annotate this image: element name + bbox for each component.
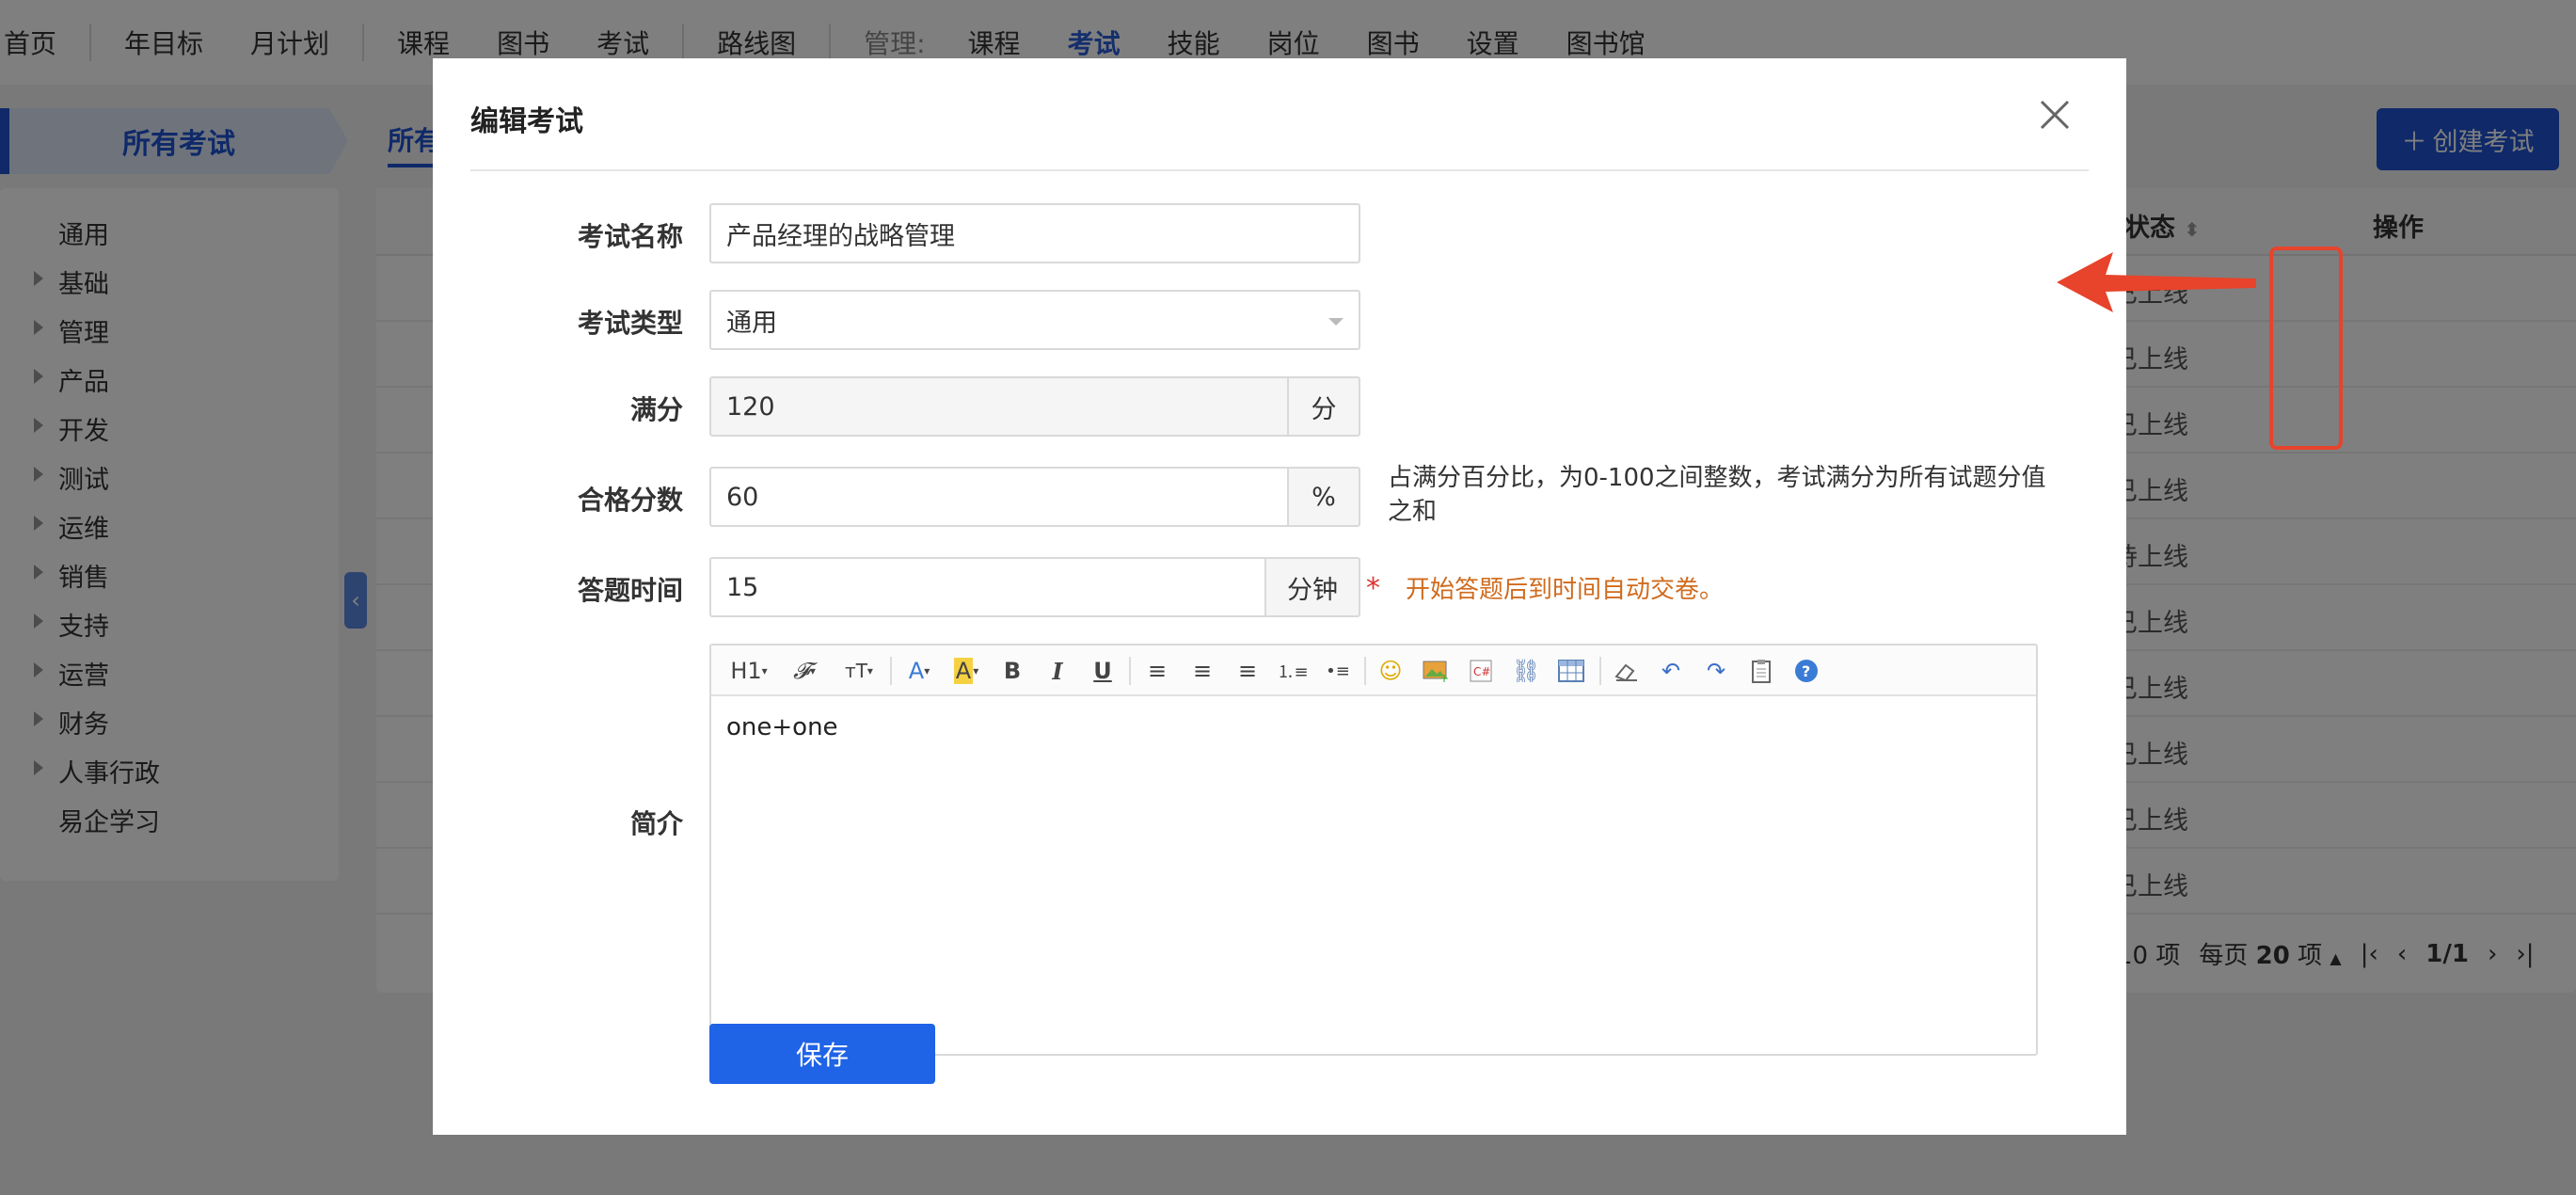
editor-text[interactable]: one+one — [726, 713, 838, 741]
svg-text:+: + — [1439, 672, 1449, 682]
full-score-unit: 分 — [1287, 376, 1360, 437]
pass-score-label: 合格分数 — [577, 485, 683, 516]
link-icon[interactable]: ⛓ — [1509, 655, 1543, 687]
toolbar-divider — [1364, 657, 1366, 685]
font-color-icon[interactable]: A ▾ — [899, 655, 939, 687]
required-mark: * — [1366, 572, 1380, 605]
exam-type-select[interactable]: 通用 — [709, 290, 1360, 350]
editor-toolbar: H1 ▾ 𝓕 ▾ ᴛT ▾ A ▾ A ▾ B I U ≡ ≡ ≡ ⒈≡ •≡ ☺ + C… — [711, 645, 2036, 696]
pass-score-input[interactable]: 60 — [709, 467, 1289, 527]
edit-exam-dialog: 编辑考试 考试名称 产品经理的战略管理 考试类型 通用 满分 120 分 合格分… — [433, 58, 2126, 1135]
svg-text:?: ? — [1802, 662, 1810, 680]
svg-text:C#: C# — [1473, 665, 1490, 678]
dialog-divider — [470, 169, 2089, 171]
paste-icon[interactable] — [1744, 655, 1778, 687]
eraser-icon[interactable] — [1609, 655, 1643, 687]
font-size-icon[interactable]: ᴛT ▾ — [837, 655, 881, 687]
intro-rich-text-editor[interactable]: H1 ▾ 𝓕 ▾ ᴛT ▾ A ▾ A ▾ B I U ≡ ≡ ≡ ⒈≡ •≡ ☺ + C… — [709, 644, 2038, 1056]
highlight-color-icon[interactable]: A ▾ — [946, 655, 986, 687]
toolbar-divider — [890, 657, 892, 685]
highlight-annotation-box — [2269, 247, 2343, 450]
intro-label: 简介 — [629, 808, 683, 839]
font-family-icon[interactable]: 𝓕 ▾ — [783, 655, 826, 687]
image-icon[interactable]: + — [1419, 655, 1453, 687]
align-right-icon[interactable]: ≡ — [1231, 655, 1264, 687]
duration-unit: 分钟 — [1264, 557, 1360, 617]
exam-type-label: 考试类型 — [577, 308, 683, 339]
align-center-icon[interactable]: ≡ — [1185, 655, 1219, 687]
toolbar-divider — [1599, 657, 1601, 685]
exam-type-value: 通用 — [726, 308, 777, 338]
save-button[interactable]: 保存 — [709, 1024, 935, 1084]
heading-icon[interactable]: H1 ▾ — [724, 655, 773, 687]
underline-icon[interactable]: U — [1086, 655, 1120, 687]
help-icon[interactable]: ? — [1789, 655, 1823, 687]
pass-score-hint: 占满分百分比，为0-100之间整数，考试满分为所有试题分值之和 — [1388, 464, 2046, 526]
duration-hint: 开始答题后到时间自动交卷。 — [1406, 576, 1725, 604]
table-icon[interactable] — [1554, 655, 1588, 687]
exam-name-input[interactable]: 产品经理的战略管理 — [709, 203, 1360, 263]
exam-name-label: 考试名称 — [577, 221, 683, 252]
dialog-title: 编辑考试 — [470, 105, 583, 138]
close-icon[interactable] — [2032, 92, 2077, 137]
duration-label: 答题时间 — [577, 575, 683, 606]
arrow-annotation-icon — [2057, 252, 2256, 312]
full-score-label: 满分 — [629, 394, 683, 425]
undo-icon[interactable]: ↶ — [1654, 655, 1688, 687]
emoji-icon[interactable]: ☺ — [1374, 655, 1407, 687]
chevron-down-icon — [1328, 318, 1344, 326]
align-left-icon[interactable]: ≡ — [1140, 655, 1174, 687]
ordered-list-icon[interactable]: ⒈≡ — [1276, 655, 1310, 687]
redo-icon[interactable]: ↷ — [1699, 655, 1733, 687]
bold-icon[interactable]: B — [995, 655, 1029, 687]
toolbar-divider — [1129, 657, 1131, 685]
italic-icon[interactable]: I — [1041, 655, 1074, 687]
unordered-list-icon[interactable]: •≡ — [1321, 655, 1355, 687]
full-score-input: 120 — [709, 376, 1289, 437]
duration-input[interactable]: 15 — [709, 557, 1266, 617]
pass-score-unit: % — [1287, 467, 1360, 527]
code-icon[interactable]: C# — [1464, 655, 1498, 687]
